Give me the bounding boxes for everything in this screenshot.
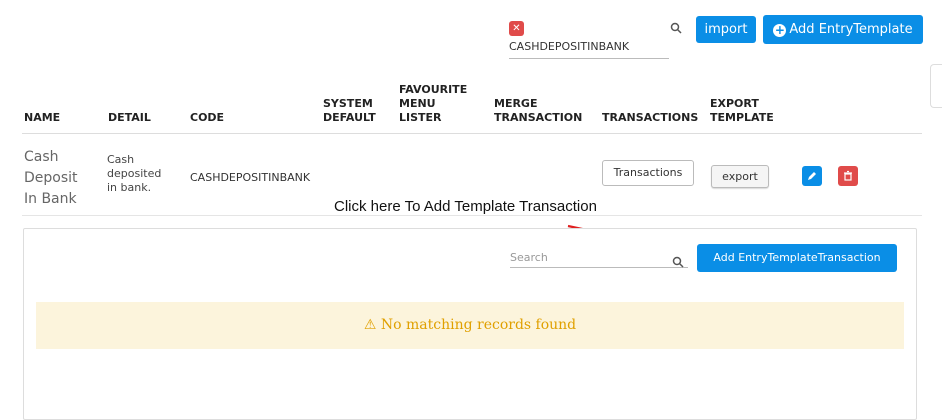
column-header-favourite-menu-lister[interactable]: FAVOURITE MENU LISTER <box>399 83 467 125</box>
pencil-icon <box>808 172 816 180</box>
row-divider <box>22 215 922 216</box>
empty-state-alert: ⚠ No matching records found <box>36 302 904 349</box>
warning-icon: ⚠ <box>363 317 377 333</box>
header-divider <box>22 133 922 134</box>
edit-button[interactable] <box>802 166 822 186</box>
transactions-search-input[interactable]: Search <box>510 251 688 268</box>
row-name: Cash Deposit In Bank <box>24 149 78 207</box>
row-code: CASHDEPOSITINBANK <box>190 171 311 184</box>
column-header-code[interactable]: CODE <box>190 111 224 125</box>
column-header-transactions[interactable]: TRANSACTIONS <box>602 111 698 125</box>
plus-circle-icon: + <box>773 23 787 37</box>
transactions-button[interactable]: Transactions <box>602 160 694 186</box>
clear-search-button[interactable]: ✕ <box>509 21 524 36</box>
search-icon[interactable] <box>670 22 682 34</box>
column-header-name[interactable]: NAME <box>24 111 60 125</box>
export-button[interactable]: export <box>711 165 769 188</box>
side-panel-handle[interactable] <box>930 64 942 108</box>
add-entry-template-label: Add EntryTemplate <box>789 22 913 37</box>
delete-button[interactable] <box>838 166 858 186</box>
trash-icon <box>844 170 852 181</box>
column-header-detail[interactable]: DETAIL <box>108 111 151 125</box>
column-header-system-default[interactable]: SYSTEM DEFAULT <box>323 97 376 125</box>
add-entry-template-button[interactable]: + Add EntryTemplate <box>763 15 923 44</box>
add-entry-template-transaction-button[interactable]: Add EntryTemplateTransaction <box>697 244 897 272</box>
close-icon: ✕ <box>512 23 521 34</box>
annotation-label: Click here To Add Template Transaction <box>334 198 597 215</box>
search-icon[interactable] <box>672 256 684 268</box>
row-detail: Cash deposited in bank. <box>107 153 162 194</box>
empty-state-message: No matching records found <box>380 317 577 333</box>
column-header-export-template[interactable]: EXPORT TEMPLATE <box>710 97 774 125</box>
search-input[interactable]: CASHDEPOSITINBANK <box>509 40 669 59</box>
column-header-merge-transaction[interactable]: MERGE TRANSACTION <box>494 97 582 125</box>
import-button[interactable]: import <box>696 16 756 43</box>
